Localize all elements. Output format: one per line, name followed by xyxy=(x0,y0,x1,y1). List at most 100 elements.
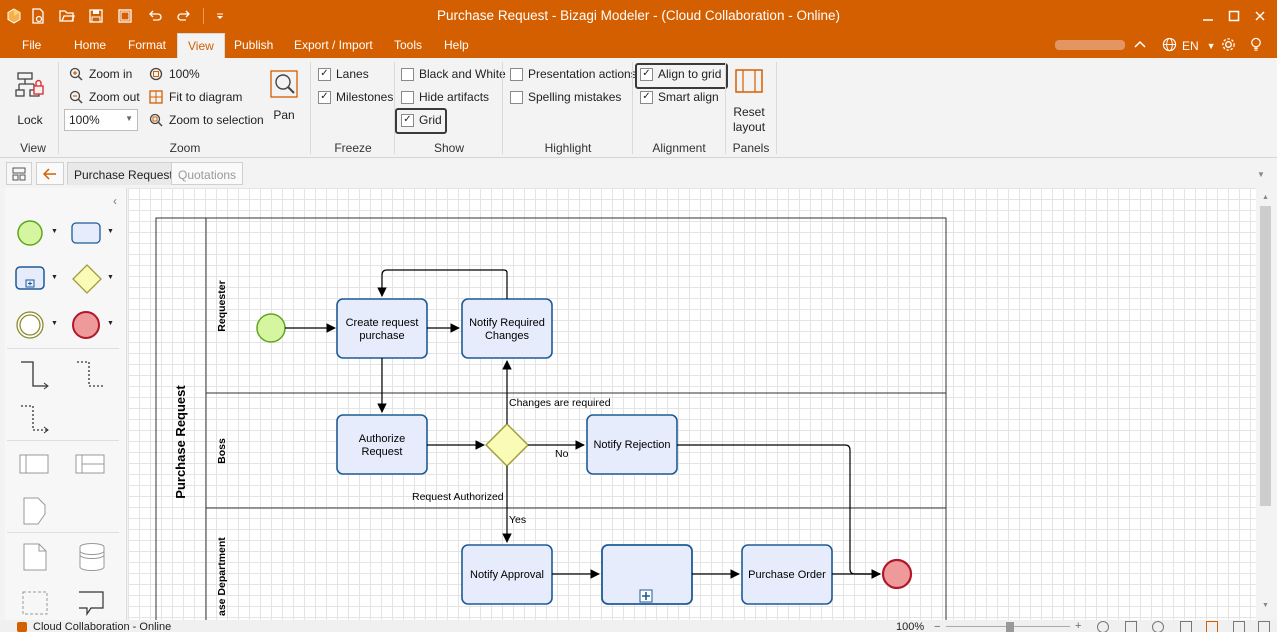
menu-view[interactable]: View xyxy=(177,33,225,58)
language-selector[interactable]: EN ▼ xyxy=(1162,37,1216,55)
fit-to-diagram-label: Fit to diagram xyxy=(169,90,243,104)
end-event[interactable] xyxy=(881,558,913,590)
task-create-request-purchase[interactable]: Create request purchase xyxy=(336,298,428,359)
pan-button[interactable]: Pan xyxy=(268,68,300,122)
sequence-flow-connector-icon[interactable] xyxy=(19,360,51,393)
zoom-slider-thumb[interactable] xyxy=(1006,622,1014,632)
dropdown-arrow-icon[interactable]: ▼ xyxy=(107,228,114,235)
smart-align-checkbox[interactable]: ✓ Smart align xyxy=(640,90,719,104)
task-label: Purchase Order xyxy=(748,569,826,581)
tab-quotations[interactable]: Quotations xyxy=(171,162,244,185)
lane-label-boss: Boss xyxy=(216,438,228,464)
spelling-mistakes-checkbox[interactable]: Spelling mistakes xyxy=(510,90,621,104)
lock-button[interactable]: Lock xyxy=(14,68,46,127)
group-label-zoom: Zoom xyxy=(169,141,201,155)
task-notify-required-changes[interactable]: Notify Required Changes xyxy=(461,298,553,359)
zoom-in-button[interactable]: Zoom in xyxy=(68,66,132,82)
zoom-selection-status-icon[interactable] xyxy=(1152,621,1164,632)
fit-page-status-icon[interactable] xyxy=(1125,621,1137,632)
task-notify-rejection[interactable]: Notify Rejection xyxy=(586,414,678,475)
zoom-in-status-icon[interactable]: + xyxy=(1075,620,1081,632)
align-to-grid-checkbox[interactable]: ✓ Align to grid xyxy=(640,67,721,81)
close-icon[interactable] xyxy=(1248,6,1272,26)
fullscreen-status-icon[interactable] xyxy=(1258,621,1270,632)
exclusive-gateway[interactable] xyxy=(484,422,530,468)
menu-format[interactable]: Format xyxy=(128,38,166,52)
checkbox-checked-icon: ✓ xyxy=(318,90,331,104)
tab-purchase-request[interactable]: Purchase Request xyxy=(67,162,180,185)
lightbulb-icon[interactable] xyxy=(1249,37,1263,52)
zoom-100-button[interactable]: 100% xyxy=(148,66,200,82)
pool-shape-icon[interactable] xyxy=(19,454,51,479)
back-arrow-icon[interactable] xyxy=(36,162,64,185)
subprocess[interactable] xyxy=(601,544,693,605)
cloud-status-icon xyxy=(17,622,27,632)
vertical-scrollbar[interactable]: ▲ ▼ xyxy=(1256,188,1277,620)
menu-publish[interactable]: Publish xyxy=(234,38,273,52)
palette-divider xyxy=(7,348,119,349)
dropdown-arrow-icon[interactable]: ▼ xyxy=(51,274,58,281)
dropdown-arrow-icon[interactable]: ▼ xyxy=(107,320,114,327)
presentation-actions-checkbox[interactable]: Presentation actions xyxy=(510,67,637,81)
lane-shape-icon[interactable] xyxy=(75,454,107,479)
group-shape-icon[interactable] xyxy=(21,590,49,619)
menu-tools[interactable]: Tools xyxy=(394,38,422,52)
message-flow-connector-icon[interactable] xyxy=(75,360,107,393)
zoom-out-button[interactable]: Zoom out xyxy=(68,89,140,105)
task-authorize-request[interactable]: Authorize Request xyxy=(336,414,428,475)
diagram-canvas[interactable]: Purchase Request Requester Boss ase Depa… xyxy=(128,188,1256,620)
menu-home[interactable]: Home xyxy=(74,38,106,52)
task-shape-icon[interactable] xyxy=(71,222,101,247)
collapse-ribbon-icon[interactable] xyxy=(1133,37,1147,51)
settings-gear-icon[interactable] xyxy=(1221,37,1236,52)
scroll-down-icon[interactable]: ▼ xyxy=(1262,602,1269,609)
collapse-palette-icon[interactable]: ‹ xyxy=(113,194,117,208)
menu-file[interactable]: File xyxy=(22,38,41,52)
status-bar: Cloud Collaboration - Online 100% − + xyxy=(0,620,1277,632)
zoom-100-status-icon[interactable] xyxy=(1097,621,1109,632)
gateway-shape-icon[interactable] xyxy=(71,263,103,298)
start-event[interactable] xyxy=(256,313,286,343)
minimize-icon[interactable] xyxy=(1196,6,1220,26)
palette-divider xyxy=(7,532,119,533)
menu-help[interactable]: Help xyxy=(444,38,469,52)
diagram-map-icon[interactable] xyxy=(6,162,32,185)
dropdown-arrow-icon[interactable]: ▼ xyxy=(51,320,58,327)
hide-artifacts-checkbox[interactable]: Hide artifacts xyxy=(401,90,489,104)
end-event-shape-icon[interactable] xyxy=(71,310,101,343)
scroll-up-icon[interactable]: ▲ xyxy=(1262,194,1269,201)
text-annotation-shape-icon[interactable] xyxy=(77,590,105,619)
language-label: EN xyxy=(1182,39,1199,53)
zoom-out-status-icon[interactable]: − xyxy=(934,621,940,632)
black-and-white-checkbox[interactable]: Black and White xyxy=(401,67,506,81)
reset-layout-button[interactable]: Reset layout xyxy=(733,68,765,134)
scrollbar-thumb[interactable] xyxy=(1260,206,1271,506)
lanes-checkbox[interactable]: ✓ Lanes xyxy=(318,67,369,81)
annotation-shape-icon[interactable] xyxy=(21,496,49,529)
tab-list-chevron-icon[interactable]: ▼ xyxy=(1257,170,1265,179)
data-object-shape-icon[interactable] xyxy=(21,542,49,575)
group-separator xyxy=(310,62,311,154)
milestones-checkbox[interactable]: ✓ Milestones xyxy=(318,90,393,104)
zoom-level-select[interactable]: 100% ▼ xyxy=(64,109,138,131)
pan-status-icon[interactable] xyxy=(1180,621,1192,632)
grid-checkbox[interactable]: ✓ Grid xyxy=(401,113,442,127)
checkbox-checked-icon: ✓ xyxy=(318,67,331,81)
task-purchase-order[interactable]: Purchase Order xyxy=(741,544,833,605)
association-connector-icon[interactable] xyxy=(19,404,53,439)
task-notify-approval[interactable]: Notify Approval xyxy=(461,544,553,605)
maximize-icon[interactable] xyxy=(1222,6,1246,26)
start-event-shape-icon[interactable] xyxy=(15,220,45,249)
status-text: Cloud Collaboration - Online xyxy=(33,621,172,632)
subprocess-shape-icon[interactable] xyxy=(15,266,45,293)
dropdown-arrow-icon[interactable]: ▼ xyxy=(107,274,114,281)
fit-to-diagram-button[interactable]: Fit to diagram xyxy=(148,89,242,105)
dropdown-arrow-icon[interactable]: ▼ xyxy=(51,228,58,235)
menu-export-import[interactable]: Export / Import xyxy=(294,38,373,52)
grid-status-icon[interactable] xyxy=(1233,621,1245,632)
sequence-flow[interactable] xyxy=(377,269,508,299)
intermediate-event-shape-icon[interactable] xyxy=(15,310,45,343)
overview-status-icon[interactable] xyxy=(1206,621,1218,632)
data-store-shape-icon[interactable] xyxy=(77,542,107,575)
zoom-to-selection-button[interactable]: Zoom to selection xyxy=(148,112,264,128)
